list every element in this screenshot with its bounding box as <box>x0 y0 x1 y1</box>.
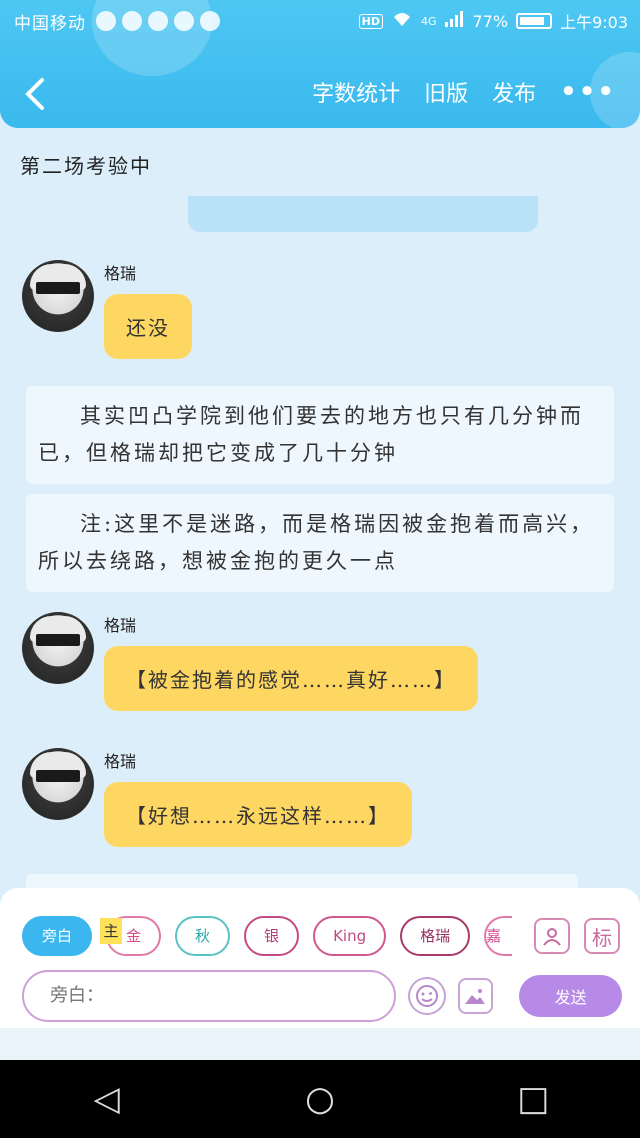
publish-button[interactable]: 发布 <box>492 76 536 108</box>
wechat-icon <box>122 11 142 31</box>
avatar-visor <box>36 770 80 782</box>
old-version-button[interactable]: 旧版 <box>424 76 468 108</box>
status-bar: 中国移动 HD 4G 77% 上午9:03 <box>14 8 628 34</box>
role-chips: 旁白 金 秋 银 King 格瑞 嘉 <box>22 916 513 956</box>
top-actions: 字数统计 旧版 发布 ••• <box>312 76 616 108</box>
message-bubble: 【被金抱着的感觉……真好……】 <box>104 646 478 711</box>
message-bubble: 【好想……永远这样……】 <box>104 782 412 847</box>
app-icon <box>148 11 168 31</box>
chat-area[interactable]: 格瑞 还没 其实凹凸学院到他们要去的地方也只有几分钟而已，但格瑞却把它变成了几十… <box>0 196 640 890</box>
nav-home-icon[interactable]: ○ <box>285 1079 355 1119</box>
chapter-title: 第二场考验中 <box>20 154 152 178</box>
bottom-strip <box>0 1028 640 1060</box>
dialog-message[interactable]: 格瑞 【好想……永远这样……】 <box>22 748 412 847</box>
network-label: 4G <box>420 14 437 28</box>
side-icons: 标 <box>534 918 620 954</box>
message-input[interactable]: 旁白： <box>22 970 396 1022</box>
clipped-message <box>188 196 538 232</box>
notification-icons <box>96 11 220 31</box>
nav-back-icon[interactable]: ◁ <box>72 1079 142 1119</box>
back-button[interactable] <box>22 74 62 114</box>
carrier-label: 中国移动 <box>14 13 86 34</box>
role-chip-partial[interactable]: 嘉 <box>484 916 513 956</box>
input-panel: 旁白 金 秋 银 King 格瑞 嘉 主 标 旁白： 发送 <box>0 888 640 1028</box>
status-right: HD 4G 77% 上午9:03 <box>358 9 628 33</box>
system-nav: ◁ ○ □ <box>0 1060 640 1138</box>
avatar[interactable] <box>22 612 94 684</box>
avatar[interactable] <box>22 748 94 820</box>
speaker-name: 格瑞 <box>104 264 137 283</box>
role-chip-narrator[interactable]: 旁白 <box>22 916 93 956</box>
emoji-icon[interactable] <box>407 977 446 1015</box>
battery-percent: 77% <box>472 11 509 31</box>
hd-badge: HD <box>358 13 383 29</box>
speaker-name: 格瑞 <box>104 616 137 635</box>
input-placeholder: 旁白： <box>50 985 104 1006</box>
avatar-visor <box>36 634 80 646</box>
input-row: 旁白： 发送 <box>22 970 622 1022</box>
word-count-button[interactable]: 字数统计 <box>312 76 400 108</box>
role-chip-king[interactable]: King <box>313 916 387 956</box>
clock: 上午9:03 <box>560 13 628 32</box>
dialog-message[interactable]: 格瑞 还没 <box>22 260 192 359</box>
battery-icon <box>516 13 553 29</box>
avatar-visor <box>36 282 80 294</box>
chevron-left-icon <box>25 78 44 110</box>
message-body: 格瑞 【被金抱着的感觉……真好……】 <box>104 612 478 711</box>
app-icon <box>174 11 194 31</box>
heart-icon <box>96 11 116 31</box>
send-button[interactable]: 发送 <box>519 975 622 1017</box>
message-body: 格瑞 【好想……永远这样……】 <box>104 748 412 847</box>
app-icon <box>200 11 220 31</box>
role-chip-yin[interactable]: 银 <box>244 916 300 956</box>
narration-block[interactable]: 注:这里不是迷路，而是格瑞因被金抱着而高兴，所以去绕路，想被金抱的更久一点 <box>26 494 614 592</box>
signal-icon <box>444 11 465 31</box>
message-body: 格瑞 还没 <box>104 260 192 359</box>
tag-icon[interactable]: 标 <box>584 918 620 954</box>
character-icon[interactable] <box>534 918 570 954</box>
image-icon[interactable] <box>457 978 494 1014</box>
nav-recent-icon[interactable]: □ <box>498 1079 568 1119</box>
nav-row: 字数统计 旧版 发布 ••• <box>0 70 640 116</box>
wifi-icon <box>391 11 413 31</box>
narration-block[interactable]: 其实凹凸学院到他们要去的地方也只有几分钟而已，但格瑞却把它变成了几十分钟 <box>26 386 614 484</box>
avatar[interactable] <box>22 260 94 332</box>
speaker-name: 格瑞 <box>104 752 137 771</box>
main-role-tag: 主 <box>100 918 122 944</box>
dialog-message[interactable]: 格瑞 【被金抱着的感觉……真好……】 <box>22 612 478 711</box>
more-button[interactable]: ••• <box>560 77 616 107</box>
message-bubble: 还没 <box>104 294 192 359</box>
top-bar: 中国移动 HD 4G 77% 上午9:03 字数统计 旧版 发布 ••• <box>0 0 640 128</box>
role-chip-gerui[interactable]: 格瑞 <box>400 916 471 956</box>
role-chip-qiu[interactable]: 秋 <box>175 916 231 956</box>
